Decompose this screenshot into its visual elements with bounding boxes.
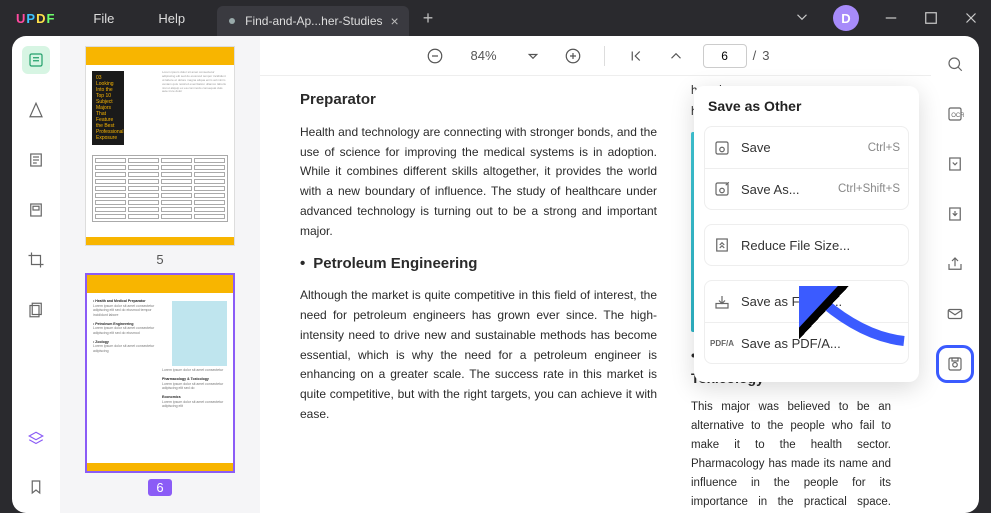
pdfa-icon: PDF/A <box>713 334 731 352</box>
page-separator: / <box>753 48 757 63</box>
thumbnail-page-5[interactable]: 03 Looking Into the Top 10 Subject Major… <box>85 46 235 246</box>
app-logo: UPDF <box>0 11 71 26</box>
heading-petroleum: Petroleum Engineering <box>300 252 657 277</box>
page-total-label: 3 <box>762 48 769 63</box>
save-as-other-panel: Save as Other Save Ctrl+S Save As... Ctr… <box>694 86 919 382</box>
tool-bookmark-icon[interactable] <box>22 473 50 501</box>
tab-overflow-chevron-icon[interactable] <box>783 8 821 29</box>
tool-organize-icon[interactable] <box>22 196 50 224</box>
close-tab-icon[interactable]: × <box>391 13 399 29</box>
reduce-size-icon <box>713 236 731 254</box>
window-close-icon[interactable] <box>951 0 991 36</box>
share-icon[interactable] <box>941 250 969 278</box>
save-as-icon <box>713 180 731 198</box>
thumbnail-panel: 03 Looking Into the Top 10 Subject Major… <box>60 36 260 513</box>
menu-reduce-file-size[interactable]: Reduce File Size... <box>704 224 909 266</box>
tool-crop-icon[interactable] <box>22 246 50 274</box>
tab-label: Find-and-Ap...her-Studies <box>245 14 382 28</box>
heading-preparator: Preparator <box>300 88 657 113</box>
svg-text:OCR: OCR <box>951 113 964 119</box>
thumbnail-number-6: 6 <box>148 479 171 496</box>
tool-reader-icon[interactable] <box>22 46 50 74</box>
page-number-input[interactable] <box>703 44 747 68</box>
zoom-in-icon[interactable] <box>560 43 586 69</box>
window-minimize-icon[interactable] <box>871 0 911 36</box>
thumbnail-page-6[interactable]: • Health and Medical PreparatorLorem ips… <box>85 273 235 473</box>
paragraph-preparator: Health and technology are connecting wit… <box>300 123 657 242</box>
zoom-level-label: 84% <box>462 48 506 63</box>
paragraph-pharmacology: This major was believed to be an alterna… <box>691 398 891 513</box>
tab-modified-dot <box>229 18 235 24</box>
menu-save[interactable]: Save Ctrl+S <box>704 126 909 168</box>
first-page-icon[interactable] <box>623 43 649 69</box>
menu-help[interactable]: Help <box>136 11 207 26</box>
convert-icon[interactable] <box>941 150 969 178</box>
tool-layers-icon[interactable] <box>22 425 50 453</box>
panel-title: Save as Other <box>694 86 919 122</box>
window-maximize-icon[interactable] <box>911 0 951 36</box>
flatten-icon <box>713 293 731 311</box>
shortcut-save: Ctrl+S <box>868 142 900 154</box>
zoom-dropdown-icon[interactable] <box>520 43 546 69</box>
document-tab[interactable]: Find-and-Ap...her-Studies × <box>217 6 409 36</box>
shortcut-save-as: Ctrl+Shift+S <box>838 183 900 195</box>
menu-save-as-pdfa[interactable]: PDF/A Save as PDF/A... <box>704 322 909 364</box>
save-icon <box>713 139 731 157</box>
paragraph-petroleum: Although the market is quite competitive… <box>300 286 657 425</box>
prev-page-icon[interactable] <box>663 43 689 69</box>
tool-pages-icon[interactable] <box>22 296 50 324</box>
thumbnail-number-5: 5 <box>156 252 163 267</box>
menu-save-as[interactable]: Save As... Ctrl+Shift+S <box>704 168 909 210</box>
ocr-icon[interactable]: OCR <box>941 100 969 128</box>
new-tab-button[interactable]: + <box>409 8 448 29</box>
menu-file[interactable]: File <box>71 11 136 26</box>
menu-save-as-flatten[interactable]: Save as Flatten... <box>704 280 909 322</box>
save-other-icon[interactable] <box>941 350 969 378</box>
zoom-out-icon[interactable] <box>422 43 448 69</box>
tool-comment-icon[interactable] <box>22 96 50 124</box>
user-avatar[interactable]: D <box>833 5 859 31</box>
export-icon[interactable] <box>941 200 969 228</box>
search-icon[interactable] <box>941 50 969 78</box>
mail-icon[interactable] <box>941 300 969 328</box>
tool-edit-icon[interactable] <box>22 146 50 174</box>
